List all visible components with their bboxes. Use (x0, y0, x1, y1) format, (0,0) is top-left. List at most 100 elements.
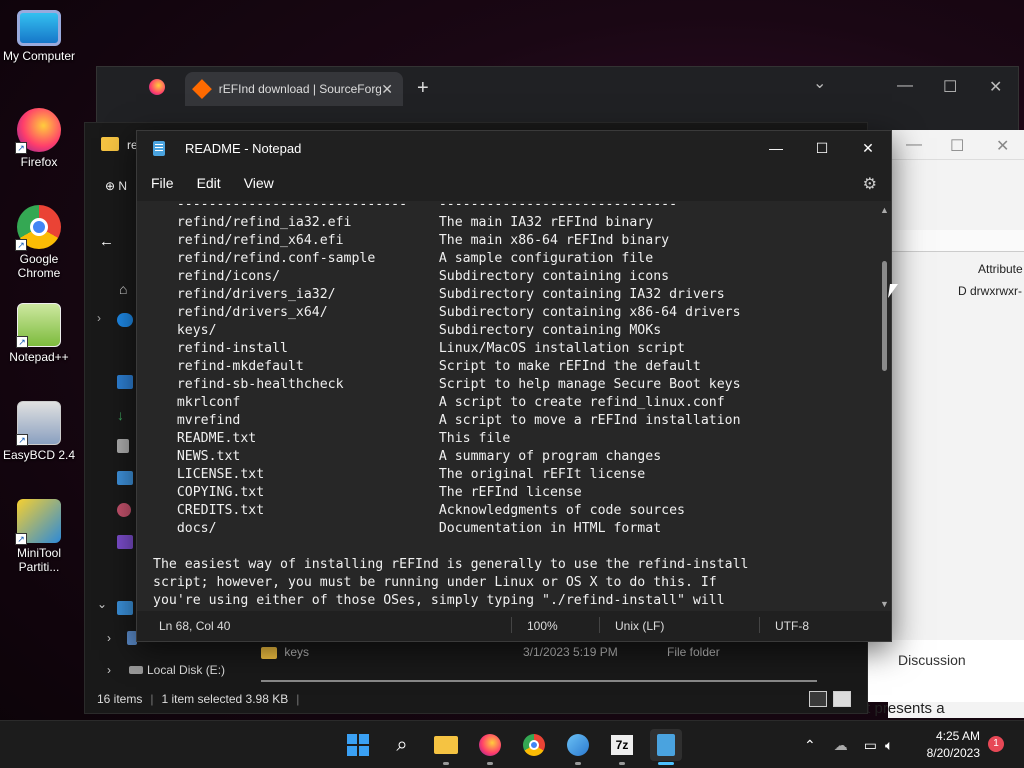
desktop-icon-firefox[interactable]: ↗ Firefox (0, 108, 78, 169)
local-disk-e[interactable]: Local Disk (E:) (129, 663, 225, 677)
monitor-icon (17, 10, 61, 46)
tiles-view-icon[interactable] (833, 691, 851, 707)
details-view-icon[interactable] (809, 691, 827, 707)
cursor-position: Ln 68, Col 40 (159, 619, 231, 633)
downloads-icon[interactable]: ↓ (117, 407, 133, 423)
chrome-icon (523, 734, 545, 756)
horizontal-scrollbar[interactable] (261, 680, 817, 682)
onedrive-icon[interactable] (117, 313, 133, 327)
desktop-icon-easybcd[interactable]: ↗ EasyBCD 2.4 (0, 401, 78, 462)
desktop-icon-minitool[interactable]: ↗ MiniTool Partiti... (0, 499, 78, 574)
status-divider (599, 617, 600, 633)
menu-edit[interactable]: Edit (197, 169, 235, 197)
new-button[interactable]: ⊕ N (105, 179, 127, 193)
taskbar-chrome[interactable] (518, 729, 550, 761)
menu-file[interactable]: File (151, 169, 188, 197)
folder-icon (101, 137, 119, 151)
tab-list-button[interactable]: ⌄ (813, 73, 826, 93)
desktop-icon-notepad-plus-plus[interactable]: ↗ Notepad++ (0, 303, 78, 364)
notepad-maximize-button[interactable]: ☐ (799, 131, 845, 165)
text-line: README.txt This file (153, 431, 511, 446)
notepad-titlebar[interactable]: README - Notepad — ☐ ✕ (137, 131, 891, 165)
home-icon[interactable]: ⌂ (119, 281, 127, 297)
system-clock[interactable]: 4:25 AM 8/20/2023 (927, 728, 980, 762)
taskbar-7zip[interactable]: 7z (606, 729, 638, 765)
desktop-icon-label: Firefox (20, 155, 58, 169)
browser-minimize-button[interactable]: — (897, 77, 913, 95)
menu-view[interactable]: View (244, 169, 288, 197)
minitool-icon (567, 734, 589, 756)
text-line: keys/ Subdirectory containing MOKs (153, 323, 662, 338)
sourceforge-favicon-icon (192, 79, 212, 99)
desktop-icon-google-chrome[interactable]: ↗ Google Chrome (0, 205, 78, 280)
line-ending: Unix (LF) (615, 619, 665, 633)
back-arrow-icon[interactable]: ← (99, 233, 114, 250)
gear-icon[interactable]: ⚙ (863, 174, 877, 194)
desktop-icon-label: My Computer (2, 49, 76, 63)
windows-logo-icon (347, 734, 369, 756)
expand-chevron-icon[interactable]: › (97, 311, 101, 325)
browser-tab-title: rEFInd download | SourceForge (218, 82, 382, 96)
browser-close-button[interactable]: ✕ (989, 77, 1002, 97)
minitool-icon: ↗ (15, 499, 61, 545)
notification-badge[interactable]: 1 (988, 736, 1004, 752)
file-name: keys (284, 645, 310, 659)
this-pc-icon[interactable] (117, 601, 133, 615)
desktop-icon-my-computer[interactable]: My Computer (0, 10, 78, 63)
discussion-tab[interactable]: Discussion (868, 640, 1024, 702)
taskbar-minitool[interactable] (562, 729, 594, 765)
notepad-close-button[interactable]: ✕ (845, 131, 891, 165)
window-maximize-icon[interactable]: ☐ (950, 136, 964, 156)
chevron-up-icon[interactable]: ⌃ (804, 737, 816, 754)
music-icon[interactable] (117, 503, 131, 517)
text-line: ----------------------------- ----------… (153, 201, 678, 212)
taskbar-file-explorer[interactable] (430, 729, 462, 765)
text-line: you're using either of those OSes, simpl… (153, 593, 725, 608)
folder-icon (261, 646, 277, 659)
attribute-column-header[interactable]: Attribute (978, 262, 1023, 276)
status-divider: | (150, 692, 154, 706)
taskbar-firefox[interactable] (474, 729, 506, 765)
7zip-icon: 7z (611, 735, 633, 755)
browser-tab[interactable]: rEFInd download | SourceForge ✕ (185, 72, 403, 106)
text-line: The easiest way of installing rEFInd is … (153, 557, 749, 572)
vertical-scrollbar[interactable]: ▲ ▼ (879, 201, 891, 613)
pictures-icon[interactable] (117, 471, 133, 485)
volume-icon[interactable]: 🔈︎ (885, 737, 893, 754)
text-line: LICENSE.txt The original rEFIt license (153, 467, 646, 482)
browser-maximize-button[interactable]: ☐ (943, 77, 957, 97)
desktop-icon-label: Notepad++ (9, 350, 69, 364)
start-button[interactable] (342, 729, 374, 761)
scroll-down-arrow-icon[interactable]: ▼ (880, 599, 889, 609)
notepad-minimize-button[interactable]: — (753, 131, 799, 165)
onedrive-icon[interactable]: ☁ (834, 737, 848, 754)
expand-chevron-icon[interactable]: › (107, 631, 111, 645)
new-tab-button[interactable]: + (417, 77, 429, 100)
file-row-keys[interactable]: keys 3/1/2023 5:19 PM File folder (261, 645, 821, 659)
notepad-text-area[interactable]: ----------------------------- ----------… (137, 201, 881, 613)
status-divider (511, 617, 512, 633)
window-close-icon[interactable]: ✕ (996, 136, 1009, 156)
expand-chevron-icon[interactable]: ⌄ (97, 597, 107, 611)
tab-close-icon[interactable]: ✕ (381, 81, 393, 98)
documents-icon[interactable] (117, 439, 129, 453)
window-minimize-icon[interactable]: — (906, 136, 922, 154)
text-line: refind/drivers_x64/ Subdirectory contain… (153, 305, 741, 320)
local-disk-label: Local Disk (E:) (147, 663, 226, 677)
network-icon[interactable]: ▭ (864, 737, 877, 754)
taskbar-notepad[interactable] (650, 729, 682, 765)
firefox-icon (149, 79, 165, 95)
attribute-value: D drwxrwxr- (958, 284, 1022, 298)
shortcut-arrow-icon: ↗ (15, 239, 27, 251)
taskbar: ⌕ 7z ⌃ ☁ ▭ 🔈︎ 4:25 AM 8/20/2023 1 (0, 720, 1024, 768)
search-icon: ⌕ (396, 733, 408, 756)
text-line: script; however, you must be running und… (153, 575, 717, 590)
clock-date: 8/20/2023 (926, 746, 980, 760)
expand-chevron-icon[interactable]: › (107, 663, 111, 677)
scrollbar-thumb[interactable] (882, 261, 887, 371)
scroll-up-arrow-icon[interactable]: ▲ (880, 205, 889, 215)
encoding: UTF-8 (775, 619, 809, 633)
search-button[interactable]: ⌕ (386, 729, 418, 761)
desktop-folder-icon[interactable] (117, 375, 133, 389)
videos-icon[interactable] (117, 535, 133, 549)
